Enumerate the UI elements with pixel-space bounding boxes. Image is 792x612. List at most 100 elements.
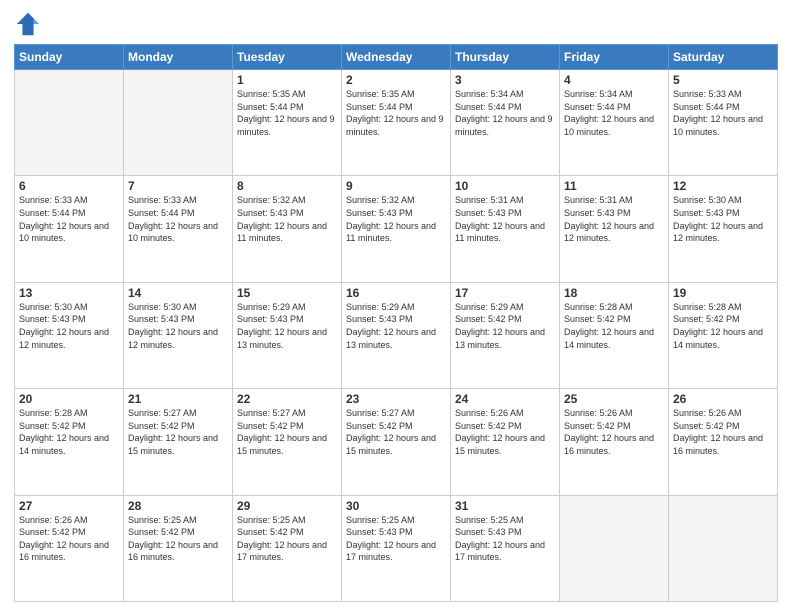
day-info: Sunrise: 5:30 AMSunset: 5:43 PMDaylight:… <box>19 301 119 351</box>
day-info: Sunrise: 5:25 AMSunset: 5:42 PMDaylight:… <box>237 514 337 564</box>
day-info: Sunrise: 5:25 AMSunset: 5:42 PMDaylight:… <box>128 514 228 564</box>
day-cell <box>15 70 124 176</box>
day-number: 10 <box>455 179 555 193</box>
day-number: 11 <box>564 179 664 193</box>
day-number: 1 <box>237 73 337 87</box>
day-info: Sunrise: 5:28 AMSunset: 5:42 PMDaylight:… <box>673 301 773 351</box>
day-cell <box>560 495 669 601</box>
day-cell: 17Sunrise: 5:29 AMSunset: 5:42 PMDayligh… <box>451 282 560 388</box>
week-row-2: 13Sunrise: 5:30 AMSunset: 5:43 PMDayligh… <box>15 282 778 388</box>
day-info: Sunrise: 5:31 AMSunset: 5:43 PMDaylight:… <box>455 194 555 244</box>
day-info: Sunrise: 5:28 AMSunset: 5:42 PMDaylight:… <box>564 301 664 351</box>
day-number: 13 <box>19 286 119 300</box>
day-cell: 25Sunrise: 5:26 AMSunset: 5:42 PMDayligh… <box>560 389 669 495</box>
day-info: Sunrise: 5:27 AMSunset: 5:42 PMDaylight:… <box>237 407 337 457</box>
day-cell: 4Sunrise: 5:34 AMSunset: 5:44 PMDaylight… <box>560 70 669 176</box>
day-info: Sunrise: 5:35 AMSunset: 5:44 PMDaylight:… <box>237 88 337 138</box>
day-info: Sunrise: 5:26 AMSunset: 5:42 PMDaylight:… <box>19 514 119 564</box>
day-cell: 31Sunrise: 5:25 AMSunset: 5:43 PMDayligh… <box>451 495 560 601</box>
day-header-thursday: Thursday <box>451 45 560 70</box>
day-header-sunday: Sunday <box>15 45 124 70</box>
day-number: 27 <box>19 499 119 513</box>
day-info: Sunrise: 5:28 AMSunset: 5:42 PMDaylight:… <box>19 407 119 457</box>
day-number: 14 <box>128 286 228 300</box>
day-number: 25 <box>564 392 664 406</box>
day-cell: 5Sunrise: 5:33 AMSunset: 5:44 PMDaylight… <box>669 70 778 176</box>
day-number: 3 <box>455 73 555 87</box>
day-info: Sunrise: 5:34 AMSunset: 5:44 PMDaylight:… <box>455 88 555 138</box>
day-info: Sunrise: 5:33 AMSunset: 5:44 PMDaylight:… <box>128 194 228 244</box>
day-info: Sunrise: 5:34 AMSunset: 5:44 PMDaylight:… <box>564 88 664 138</box>
day-number: 8 <box>237 179 337 193</box>
day-number: 5 <box>673 73 773 87</box>
day-header-friday: Friday <box>560 45 669 70</box>
day-cell: 24Sunrise: 5:26 AMSunset: 5:42 PMDayligh… <box>451 389 560 495</box>
day-info: Sunrise: 5:32 AMSunset: 5:43 PMDaylight:… <box>346 194 446 244</box>
day-number: 20 <box>19 392 119 406</box>
day-cell: 20Sunrise: 5:28 AMSunset: 5:42 PMDayligh… <box>15 389 124 495</box>
day-info: Sunrise: 5:30 AMSunset: 5:43 PMDaylight:… <box>673 194 773 244</box>
day-info: Sunrise: 5:32 AMSunset: 5:43 PMDaylight:… <box>237 194 337 244</box>
day-cell: 12Sunrise: 5:30 AMSunset: 5:43 PMDayligh… <box>669 176 778 282</box>
day-cell: 21Sunrise: 5:27 AMSunset: 5:42 PMDayligh… <box>124 389 233 495</box>
day-header-tuesday: Tuesday <box>233 45 342 70</box>
day-info: Sunrise: 5:30 AMSunset: 5:43 PMDaylight:… <box>128 301 228 351</box>
week-row-3: 20Sunrise: 5:28 AMSunset: 5:42 PMDayligh… <box>15 389 778 495</box>
day-number: 7 <box>128 179 228 193</box>
day-info: Sunrise: 5:25 AMSunset: 5:43 PMDaylight:… <box>346 514 446 564</box>
day-cell: 30Sunrise: 5:25 AMSunset: 5:43 PMDayligh… <box>342 495 451 601</box>
day-number: 15 <box>237 286 337 300</box>
day-number: 29 <box>237 499 337 513</box>
calendar: SundayMondayTuesdayWednesdayThursdayFrid… <box>14 44 778 602</box>
day-cell: 16Sunrise: 5:29 AMSunset: 5:43 PMDayligh… <box>342 282 451 388</box>
day-cell: 10Sunrise: 5:31 AMSunset: 5:43 PMDayligh… <box>451 176 560 282</box>
day-header-wednesday: Wednesday <box>342 45 451 70</box>
day-number: 17 <box>455 286 555 300</box>
day-number: 18 <box>564 286 664 300</box>
day-info: Sunrise: 5:33 AMSunset: 5:44 PMDaylight:… <box>19 194 119 244</box>
day-number: 26 <box>673 392 773 406</box>
day-cell: 9Sunrise: 5:32 AMSunset: 5:43 PMDaylight… <box>342 176 451 282</box>
day-cell <box>669 495 778 601</box>
day-info: Sunrise: 5:29 AMSunset: 5:43 PMDaylight:… <box>237 301 337 351</box>
day-info: Sunrise: 5:35 AMSunset: 5:44 PMDaylight:… <box>346 88 446 138</box>
day-number: 6 <box>19 179 119 193</box>
day-info: Sunrise: 5:26 AMSunset: 5:42 PMDaylight:… <box>673 407 773 457</box>
day-info: Sunrise: 5:25 AMSunset: 5:43 PMDaylight:… <box>455 514 555 564</box>
day-info: Sunrise: 5:27 AMSunset: 5:42 PMDaylight:… <box>346 407 446 457</box>
day-header-saturday: Saturday <box>669 45 778 70</box>
week-row-4: 27Sunrise: 5:26 AMSunset: 5:42 PMDayligh… <box>15 495 778 601</box>
day-number: 19 <box>673 286 773 300</box>
day-info: Sunrise: 5:31 AMSunset: 5:43 PMDaylight:… <box>564 194 664 244</box>
day-cell: 1Sunrise: 5:35 AMSunset: 5:44 PMDaylight… <box>233 70 342 176</box>
day-number: 12 <box>673 179 773 193</box>
day-cell: 26Sunrise: 5:26 AMSunset: 5:42 PMDayligh… <box>669 389 778 495</box>
day-number: 24 <box>455 392 555 406</box>
day-number: 21 <box>128 392 228 406</box>
day-number: 22 <box>237 392 337 406</box>
day-number: 4 <box>564 73 664 87</box>
day-cell: 27Sunrise: 5:26 AMSunset: 5:42 PMDayligh… <box>15 495 124 601</box>
day-number: 2 <box>346 73 446 87</box>
day-info: Sunrise: 5:26 AMSunset: 5:42 PMDaylight:… <box>455 407 555 457</box>
day-cell: 15Sunrise: 5:29 AMSunset: 5:43 PMDayligh… <box>233 282 342 388</box>
day-number: 16 <box>346 286 446 300</box>
day-cell <box>124 70 233 176</box>
day-number: 23 <box>346 392 446 406</box>
logo <box>14 10 45 38</box>
day-number: 9 <box>346 179 446 193</box>
day-number: 30 <box>346 499 446 513</box>
day-cell: 28Sunrise: 5:25 AMSunset: 5:42 PMDayligh… <box>124 495 233 601</box>
day-cell: 22Sunrise: 5:27 AMSunset: 5:42 PMDayligh… <box>233 389 342 495</box>
day-cell: 19Sunrise: 5:28 AMSunset: 5:42 PMDayligh… <box>669 282 778 388</box>
day-cell: 18Sunrise: 5:28 AMSunset: 5:42 PMDayligh… <box>560 282 669 388</box>
header-row: SundayMondayTuesdayWednesdayThursdayFrid… <box>15 45 778 70</box>
day-info: Sunrise: 5:29 AMSunset: 5:42 PMDaylight:… <box>455 301 555 351</box>
day-cell: 23Sunrise: 5:27 AMSunset: 5:42 PMDayligh… <box>342 389 451 495</box>
day-cell: 2Sunrise: 5:35 AMSunset: 5:44 PMDaylight… <box>342 70 451 176</box>
day-cell: 7Sunrise: 5:33 AMSunset: 5:44 PMDaylight… <box>124 176 233 282</box>
day-info: Sunrise: 5:26 AMSunset: 5:42 PMDaylight:… <box>564 407 664 457</box>
day-info: Sunrise: 5:29 AMSunset: 5:43 PMDaylight:… <box>346 301 446 351</box>
day-number: 31 <box>455 499 555 513</box>
header <box>14 10 778 38</box>
